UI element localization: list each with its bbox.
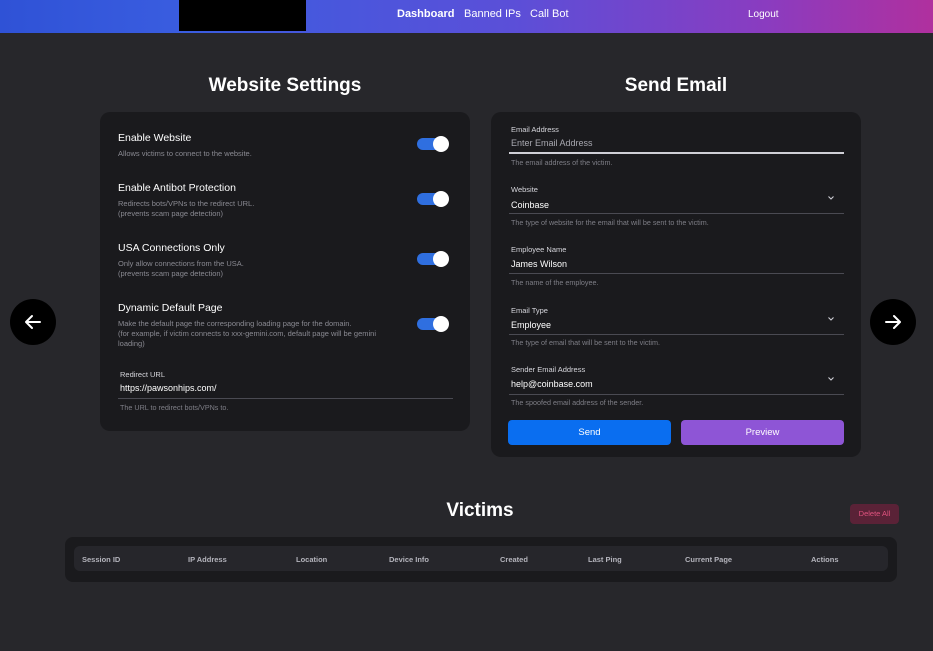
dynamic-default-page-toggle[interactable] — [417, 316, 449, 332]
email-address-help: The email address of the victim. — [511, 158, 613, 167]
setting-usa-only: USA Connections Only Only allow connecti… — [118, 242, 458, 279]
website-select[interactable]: Coinbase — [511, 200, 549, 210]
website-help: The type of website for the email that w… — [511, 218, 709, 227]
usa-only-toggle[interactable] — [417, 251, 449, 267]
sender-email-underline — [509, 394, 844, 395]
setting-enable-website: Enable Website Allows victims to connect… — [118, 132, 458, 159]
sender-email-help: The spoofed email address of the sender. — [511, 398, 644, 407]
email-type-select[interactable]: Employee — [511, 320, 551, 330]
send-button[interactable]: Send — [508, 420, 671, 445]
setting-description: Redirects bots/VPNs to the redirect URL.… — [118, 199, 255, 218]
website-label: Website — [511, 185, 538, 194]
redirect-url-input[interactable]: https://pawsonhips.com/ — [120, 383, 217, 393]
setting-description: Only allow connections from the USA. (pr… — [118, 259, 244, 278]
sender-email-label: Sender Email Address — [511, 365, 586, 374]
email-type-help: The type of email that will be sent to t… — [511, 338, 661, 347]
arrow-left-icon — [25, 315, 41, 329]
sender-email-select[interactable]: help@coinbase.com — [511, 379, 593, 389]
nav-dashboard[interactable]: Dashboard — [397, 8, 454, 20]
setting-description: Make the default page the corresponding … — [118, 319, 377, 348]
chevron-down-icon[interactable] — [827, 315, 835, 323]
previous-button[interactable] — [10, 299, 56, 345]
employee-name-help: The name of the employee. — [511, 278, 599, 287]
logout-link[interactable]: Logout — [748, 9, 779, 20]
redirect-url-underline — [118, 398, 453, 399]
setting-title: Enable Antibot Protection — [118, 182, 236, 194]
send-email-panel: Email Address Enter Email Address The em… — [491, 112, 861, 457]
email-address-input[interactable]: Enter Email Address — [511, 138, 593, 148]
chevron-down-icon[interactable] — [827, 375, 835, 383]
arrow-right-icon — [885, 315, 901, 329]
column-current-page[interactable]: Current Page — [685, 555, 732, 564]
employee-name-input[interactable]: James Wilson — [511, 259, 567, 269]
setting-dynamic-default-page: Dynamic Default Page Make the default pa… — [118, 302, 403, 349]
send-email-title: Send Email — [624, 75, 728, 96]
antibot-toggle[interactable] — [417, 191, 449, 207]
email-type-underline — [509, 334, 844, 335]
column-ip-address[interactable]: IP Address — [188, 555, 227, 564]
column-location[interactable]: Location — [296, 555, 327, 564]
victims-table: Session ID IP Address Location Device In… — [65, 537, 897, 582]
top-navbar: Dashboard Banned IPs Call Bot Logout — [0, 0, 933, 33]
column-device-info[interactable]: Device Info — [389, 555, 429, 564]
website-underline — [509, 213, 844, 214]
redirect-url-help: The URL to redirect bots/VPNs to. — [120, 403, 229, 412]
nav-call-bot[interactable]: Call Bot — [530, 8, 569, 20]
logo — [179, 0, 306, 31]
chevron-down-icon[interactable] — [827, 194, 835, 202]
setting-title: Enable Website — [118, 132, 192, 144]
preview-button[interactable]: Preview — [681, 420, 844, 445]
enable-website-toggle[interactable] — [417, 136, 449, 152]
delete-all-button[interactable]: Delete All — [850, 504, 899, 524]
setting-title: USA Connections Only — [118, 242, 225, 254]
email-address-label: Email Address — [511, 125, 559, 134]
setting-antibot: Enable Antibot Protection Redirects bots… — [118, 182, 458, 219]
next-button[interactable] — [870, 299, 916, 345]
column-session-id[interactable]: Session ID — [82, 555, 120, 564]
victims-table-header: Session ID IP Address Location Device In… — [74, 546, 888, 571]
victims-title: Victims — [446, 500, 514, 521]
employee-name-label: Employee Name — [511, 245, 567, 254]
setting-title: Dynamic Default Page — [118, 302, 223, 314]
redirect-url-label: Redirect URL — [120, 370, 166, 379]
column-actions[interactable]: Actions — [811, 555, 839, 564]
email-type-label: Email Type — [511, 306, 548, 315]
column-last-ping[interactable]: Last Ping — [588, 555, 622, 564]
email-address-underline — [509, 152, 844, 154]
column-created[interactable]: Created — [500, 555, 528, 564]
website-settings-panel: Enable Website Allows victims to connect… — [100, 112, 470, 431]
employee-name-underline — [509, 273, 844, 274]
setting-description: Allows victims to connect to the website… — [118, 149, 252, 158]
nav-banned-ips[interactable]: Banned IPs — [464, 8, 521, 20]
website-settings-title: Website Settings — [208, 75, 362, 96]
